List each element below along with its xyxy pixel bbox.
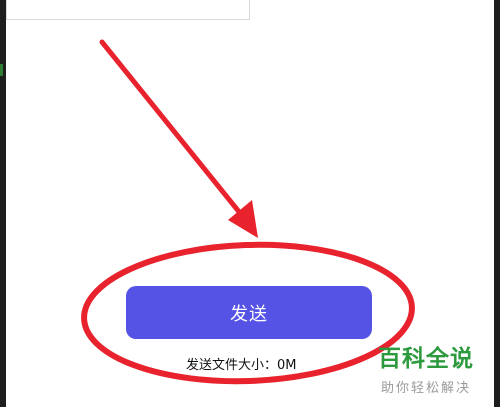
- watermark-subtitle: 助你轻松解决: [381, 381, 472, 396]
- left-edge-bar: [0, 0, 6, 407]
- left-edge-accent: [0, 64, 3, 76]
- file-size-info: 发送文件大小：0M: [186, 354, 297, 373]
- watermark: 百科全说 助你轻松解决: [378, 346, 488, 402]
- top-input-box[interactable]: [6, 0, 250, 20]
- file-size-label: 发送文件大小：: [186, 358, 278, 373]
- arrow-head: [228, 200, 258, 238]
- send-button[interactable]: 发送: [126, 286, 372, 339]
- right-edge-bar: [494, 0, 500, 407]
- file-size-value: 0M: [277, 358, 297, 373]
- arrow-shaft: [99, 39, 247, 221]
- watermark-title: 百科全说: [378, 346, 474, 372]
